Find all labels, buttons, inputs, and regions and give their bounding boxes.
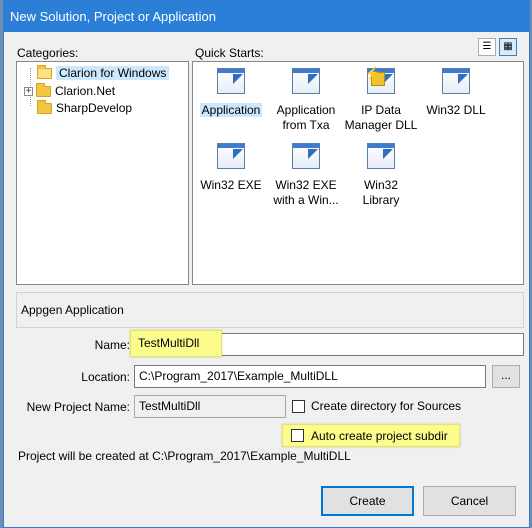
folder-icon	[36, 82, 51, 97]
tree-item-label: SharpDevelop	[56, 101, 133, 115]
auto-create-subdir-label: Auto create project subdir	[311, 429, 448, 443]
quick-start-label-2: with a Win...	[273, 193, 339, 207]
application-window-icon	[292, 68, 320, 94]
quick-start-label: Application	[276, 103, 336, 117]
new-solution-dialog: New Solution, Project or Application Cat…	[3, 0, 530, 528]
quick-start-application-from-txa[interactable]: Application from Txa	[267, 66, 345, 133]
expand-plus-icon[interactable]: +	[24, 86, 33, 96]
application-window-icon	[217, 143, 245, 169]
quick-start-ip-data-manager-dll[interactable]: ⚡ IP Data Manager DLL	[342, 66, 420, 133]
create-button[interactable]: Create	[321, 486, 414, 516]
application-window-icon	[292, 143, 320, 169]
folder-open-icon	[37, 64, 52, 79]
application-window-icon	[217, 68, 245, 94]
application-window-icon	[442, 68, 470, 94]
quick-starts-label: Quick Starts:	[195, 46, 264, 60]
quick-starts-panel: Application Application from Txa ⚡ IP Da…	[192, 61, 524, 285]
new-project-name-label: New Project Name:	[26, 400, 130, 414]
tree-item-label: Clarion.Net	[55, 84, 116, 98]
lightning-icon: ⚡	[365, 66, 380, 80]
application-window-icon	[367, 143, 395, 169]
list-view-icon[interactable]: ☰	[478, 38, 496, 56]
cancel-button[interactable]: Cancel	[423, 486, 516, 516]
quick-start-label: Win32	[363, 178, 398, 192]
quick-start-win32-library[interactable]: Win32 Library	[342, 141, 420, 208]
tree-item-label: Clarion for Windows	[56, 66, 170, 80]
categories-label: Categories:	[17, 46, 79, 60]
categories-tree[interactable]: Clarion for Windows + Clarion.Net SharpD…	[16, 61, 189, 285]
new-project-name-input: TestMultiDll	[134, 395, 286, 418]
description-text: Appgen Application	[21, 303, 124, 317]
title-bar: New Solution, Project or Application	[4, 1, 529, 32]
large-icons-view-icon[interactable]: ▦	[499, 38, 517, 56]
quick-start-label: IP Data	[361, 103, 401, 117]
name-input[interactable]: TestMultiDll	[134, 333, 218, 356]
description-box: Appgen Application	[16, 292, 524, 328]
folder-icon	[37, 99, 52, 114]
quick-start-label-2: from Txa	[282, 118, 330, 132]
tree-item-sharpdevelop[interactable]: SharpDevelop	[37, 99, 133, 116]
project-location-summary: Project will be created at C:\Program_20…	[18, 449, 351, 463]
create-directory-checkbox[interactable]	[292, 400, 305, 413]
quick-start-win32-exe-with-window[interactable]: Win32 EXE with a Win...	[267, 141, 345, 208]
quick-start-label: Win32 DLL	[426, 103, 486, 117]
quick-start-label: Win32 EXE	[200, 178, 262, 192]
quick-start-application[interactable]: Application	[192, 66, 270, 118]
quick-start-win32-dll[interactable]: Win32 DLL	[417, 66, 495, 118]
auto-create-subdir-checkbox[interactable]	[291, 429, 304, 442]
quick-start-label-2: Manager DLL	[344, 118, 418, 132]
tree-item-clarion-net[interactable]: + Clarion.Net	[24, 82, 116, 99]
quick-start-label: Win32 EXE	[275, 178, 337, 192]
browse-button[interactable]: ...	[492, 365, 520, 388]
quick-start-label-2: Library	[362, 193, 400, 207]
quick-start-win32-exe[interactable]: Win32 EXE	[192, 141, 270, 193]
window-title: New Solution, Project or Application	[10, 9, 216, 24]
quick-start-label: Application	[199, 103, 263, 117]
name-label: Name:	[94, 338, 130, 352]
location-label: Location:	[81, 370, 130, 384]
create-directory-label: Create directory for Sources	[311, 399, 462, 413]
tree-item-clarion-for-windows[interactable]: Clarion for Windows	[37, 64, 170, 81]
location-input[interactable]: C:\Program_2017\Example_MultiDLL	[134, 365, 486, 388]
